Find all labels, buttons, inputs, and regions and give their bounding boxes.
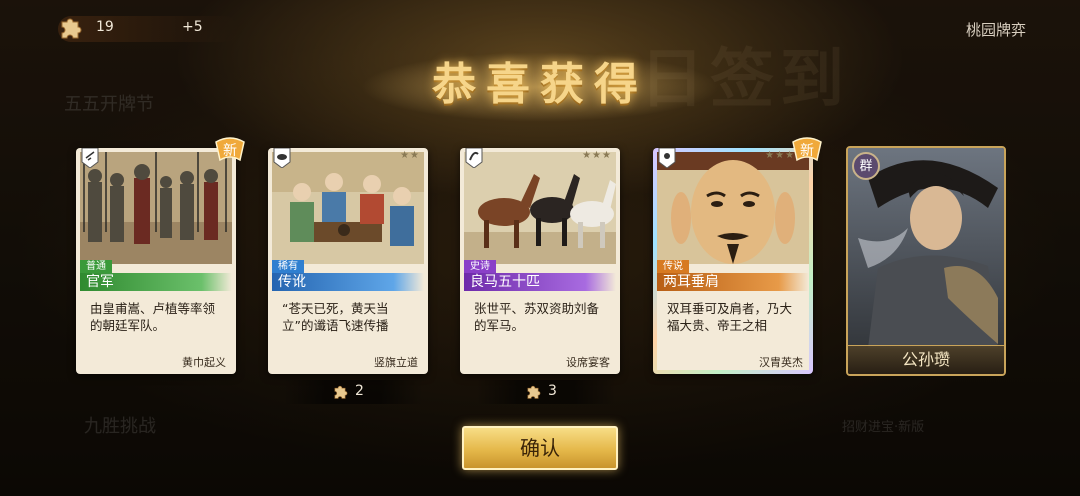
confirm-button[interactable]: 确认 [462, 426, 618, 470]
card-type-icon [273, 148, 291, 168]
card-name: 良马五十匹 [464, 273, 616, 291]
puzzle-piece-icon [527, 385, 541, 399]
puzzle-piece-icon [334, 385, 348, 399]
card-stars: ★★★ [582, 150, 612, 161]
new-badge-icon: 新 [215, 137, 245, 162]
fragment-reward: 3 [476, 380, 616, 404]
game-title: 桃园牌弈 [965, 21, 1026, 39]
card-rarity: 普通 [80, 260, 112, 273]
card-type-icon [658, 148, 676, 168]
new-badge-label: 新 [223, 143, 237, 159]
card-name: 官军 [80, 273, 232, 291]
card-source: 汉胄英杰 [759, 356, 803, 369]
fragment-reward: 2 [283, 380, 423, 404]
card-art [272, 152, 424, 264]
card-source: 设席宴客 [566, 356, 610, 369]
card-rarity: 传说 [657, 260, 689, 273]
card-source: 黄巾起义 [182, 356, 226, 369]
puzzle-count: 19 [96, 19, 114, 35]
faction-badge: 群 [852, 152, 880, 180]
new-badge-label: 新 [800, 143, 814, 159]
card-rarity: 史诗 [464, 260, 496, 273]
card-rarity: 稀有 [272, 260, 304, 273]
reward-card[interactable]: ★★★★ 新 传说 两耳垂肩 双耳垂可及肩者，乃大福大贵、帝王之相 汉胄英杰 [653, 137, 822, 374]
card-name: 两耳垂肩 [657, 273, 809, 291]
card-art [657, 152, 809, 264]
card-art [80, 152, 232, 264]
card-description: 由皇甫嵩、卢植等率领的朝廷军队。 [90, 301, 216, 333]
card-type-icon [81, 148, 99, 168]
hero-portrait [848, 148, 1004, 374]
fragment-count: 2 [355, 383, 364, 399]
card-description: 双耳垂可及肩者，乃大福大贵、帝王之相 [667, 301, 793, 333]
puzzle-piece-icon [61, 18, 82, 39]
puzzle-resource-pill [58, 16, 238, 42]
card-type-icon [465, 148, 483, 168]
hero-card[interactable]: 群 公孙瓒 [846, 146, 1006, 376]
card-art [464, 152, 616, 264]
card-description: 张世平、苏双资助刘备的军马。 [474, 301, 600, 333]
reward-title: 恭喜获得 [432, 59, 648, 110]
card-source: 竖旗立道 [374, 356, 418, 369]
reward-card[interactable]: ★ 新 普通 官军 由皇甫嵩、卢植等率领的朝廷军队。 黄巾起义 [76, 137, 245, 374]
new-badge-icon: 新 [792, 137, 822, 162]
card-stars: ★★ [400, 150, 420, 161]
reward-card[interactable]: ★★★ 史诗 良马五十匹 张世平、苏双资助刘备的军马。 设席宴客 [460, 148, 620, 374]
reward-card[interactable]: ★★ 稀有 传讹 “苍天已死，黄天当立”的谶语飞速传播 竖旗立道 [268, 148, 428, 374]
puzzle-gain: +5 [182, 19, 203, 35]
card-name: 传讹 [272, 273, 424, 291]
fragment-count: 3 [548, 383, 557, 399]
card-description: “苍天已死，黄天当立”的谶语飞速传播 [282, 301, 389, 333]
hero-name: 公孙瓒 [848, 345, 1004, 374]
